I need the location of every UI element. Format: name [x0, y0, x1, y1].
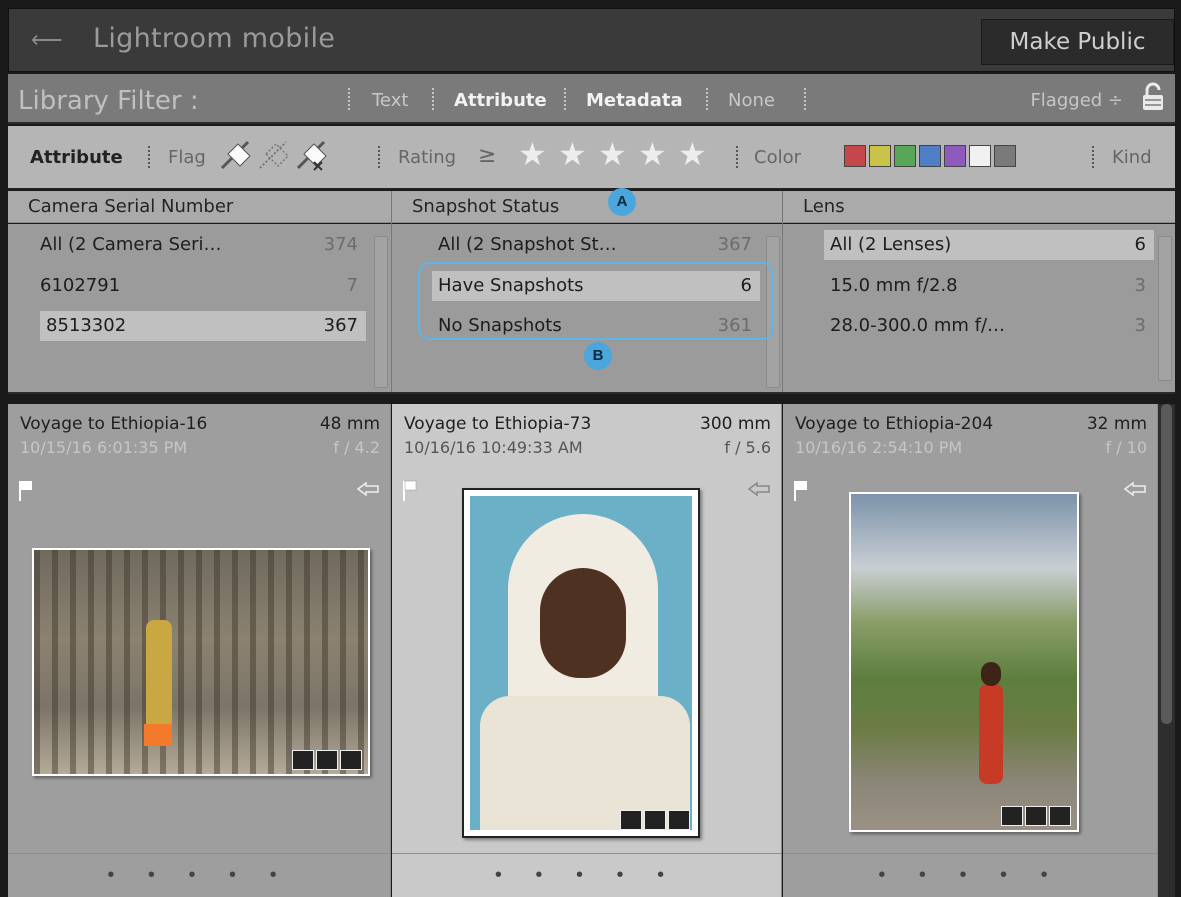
rating-star-1-icon[interactable]: ★ [518, 138, 547, 170]
color-swatch-other[interactable] [969, 145, 991, 167]
crop-badge-icon [1025, 806, 1047, 826]
rating-star-4-icon[interactable]: ★ [638, 138, 667, 170]
column-header-snapshot-status[interactable]: Snapshot Status [392, 191, 782, 223]
rating-star-2-icon[interactable]: ★ [558, 138, 587, 170]
make-public-button[interactable]: Make Public [981, 19, 1174, 65]
list-item[interactable]: 28.0-300.0 mm f/… 3 [830, 311, 1154, 341]
flag-icon[interactable] [18, 480, 34, 502]
thumbnail-badges [292, 750, 362, 770]
develop-badge-icon [1049, 806, 1071, 826]
grid-scrollbar[interactable] [1158, 404, 1175, 897]
divider [804, 88, 806, 110]
crop-badge-icon [316, 750, 338, 770]
flag-unflagged-icon[interactable] [256, 136, 292, 172]
rotate-icon[interactable] [356, 482, 380, 496]
thumbnail-badges [620, 810, 690, 830]
grid-scrollbar-thumb[interactable] [1161, 404, 1172, 724]
develop-badge-icon [340, 750, 362, 770]
grid-cell[interactable]: Voyage to Ethiopia-16 48 mm 10/15/16 6:0… [8, 404, 391, 897]
divider [706, 88, 708, 110]
photo-thumbnail[interactable] [849, 492, 1079, 832]
photo-image [470, 496, 692, 830]
column-header-camera-serial[interactable]: Camera Serial Number [8, 191, 391, 223]
thumbnail-badges [1001, 806, 1071, 826]
column-divider [782, 191, 783, 392]
flag-rejected-icon[interactable] [294, 136, 330, 172]
filter-tab-none[interactable]: None [728, 90, 775, 111]
develop-badge-icon [668, 810, 690, 830]
divider [148, 146, 150, 168]
list-item-selected[interactable]: 8513302 367 [40, 311, 366, 341]
column-header-lens[interactable]: Lens [783, 191, 1175, 223]
photo-image [34, 550, 368, 774]
app-title: Lightroom mobile [93, 23, 336, 54]
column-divider [391, 191, 392, 392]
list-item[interactable]: All (2 Snapshot St… 367 [438, 230, 760, 260]
rotate-icon[interactable] [747, 482, 771, 496]
attribute-label: Attribute [30, 147, 123, 168]
filter-tab-text[interactable]: Text [372, 90, 408, 111]
grid-cell[interactable]: Voyage to Ethiopia-204 32 mm 10/16/16 2:… [783, 404, 1158, 897]
color-swatch-green[interactable] [894, 145, 916, 167]
scrollbar[interactable] [374, 236, 388, 388]
rating-dots[interactable]: • • • • • [392, 864, 781, 887]
crop-badge-icon [644, 810, 666, 830]
callout-a-badge: A [608, 188, 636, 216]
callout-highlight [418, 262, 774, 340]
rotate-icon[interactable] [1123, 482, 1147, 496]
divider [736, 146, 738, 168]
color-swatch-red[interactable] [844, 145, 866, 167]
photo-thumbnail[interactable] [32, 548, 370, 776]
filter-preset-dropdown[interactable]: Flagged ÷ [1030, 90, 1123, 111]
photo-image [851, 494, 1077, 830]
title-bar: ⟵ Lightroom mobile Make Public [8, 8, 1175, 72]
list-item[interactable]: 6102791 7 [40, 271, 366, 301]
color-swatch-none[interactable] [994, 145, 1016, 167]
rating-operator[interactable]: ≥ [478, 143, 496, 168]
divider [432, 88, 434, 110]
sync-arrow-icon[interactable]: ⟵ [31, 27, 63, 53]
callout-b-badge: B [584, 342, 612, 370]
rating-dots[interactable]: • • • • • [783, 864, 1157, 887]
keyword-badge-icon [292, 750, 314, 770]
color-label: Color [754, 147, 801, 168]
flag-icon[interactable] [402, 480, 418, 502]
library-filter-bar: Library Filter : Text Attribute Metadata… [8, 74, 1175, 124]
filter-tab-attribute[interactable]: Attribute [454, 90, 547, 111]
flag-picked-icon[interactable] [218, 136, 254, 172]
list-item[interactable]: 15.0 mm f/2.8 3 [830, 271, 1154, 301]
rating-label: Rating [398, 147, 457, 168]
keyword-badge-icon [620, 810, 642, 830]
list-item[interactable]: All (2 Camera Seri… 374 [40, 230, 366, 260]
divider [564, 88, 566, 110]
divider [378, 146, 380, 168]
keyword-badge-icon [1001, 806, 1023, 826]
color-swatch-yellow[interactable] [869, 145, 891, 167]
color-swatch-purple[interactable] [944, 145, 966, 167]
library-filter-label: Library Filter : [18, 86, 199, 116]
rating-star-3-icon[interactable]: ★ [598, 138, 627, 170]
rating-dots[interactable]: • • • • • [8, 864, 390, 887]
attribute-bar: Attribute Flag Rating ≥ ★ ★ ★ ★ ★ Color … [8, 126, 1175, 190]
rating-star-5-icon[interactable]: ★ [678, 138, 707, 170]
flag-label: Flag [168, 147, 206, 168]
divider [1092, 146, 1094, 168]
flag-icon[interactable] [793, 480, 809, 502]
photo-thumbnail[interactable] [462, 488, 700, 838]
grid-cell-selected[interactable]: Voyage to Ethiopia-73 300 mm 10/16/16 10… [392, 404, 782, 897]
scrollbar[interactable] [1158, 236, 1172, 381]
divider [348, 88, 350, 110]
list-item-selected[interactable]: All (2 Lenses) 6 [824, 230, 1154, 260]
filter-tab-metadata[interactable]: Metadata [586, 90, 683, 111]
lock-icon[interactable] [1141, 82, 1165, 112]
color-swatch-blue[interactable] [919, 145, 941, 167]
kind-label: Kind [1112, 147, 1152, 168]
